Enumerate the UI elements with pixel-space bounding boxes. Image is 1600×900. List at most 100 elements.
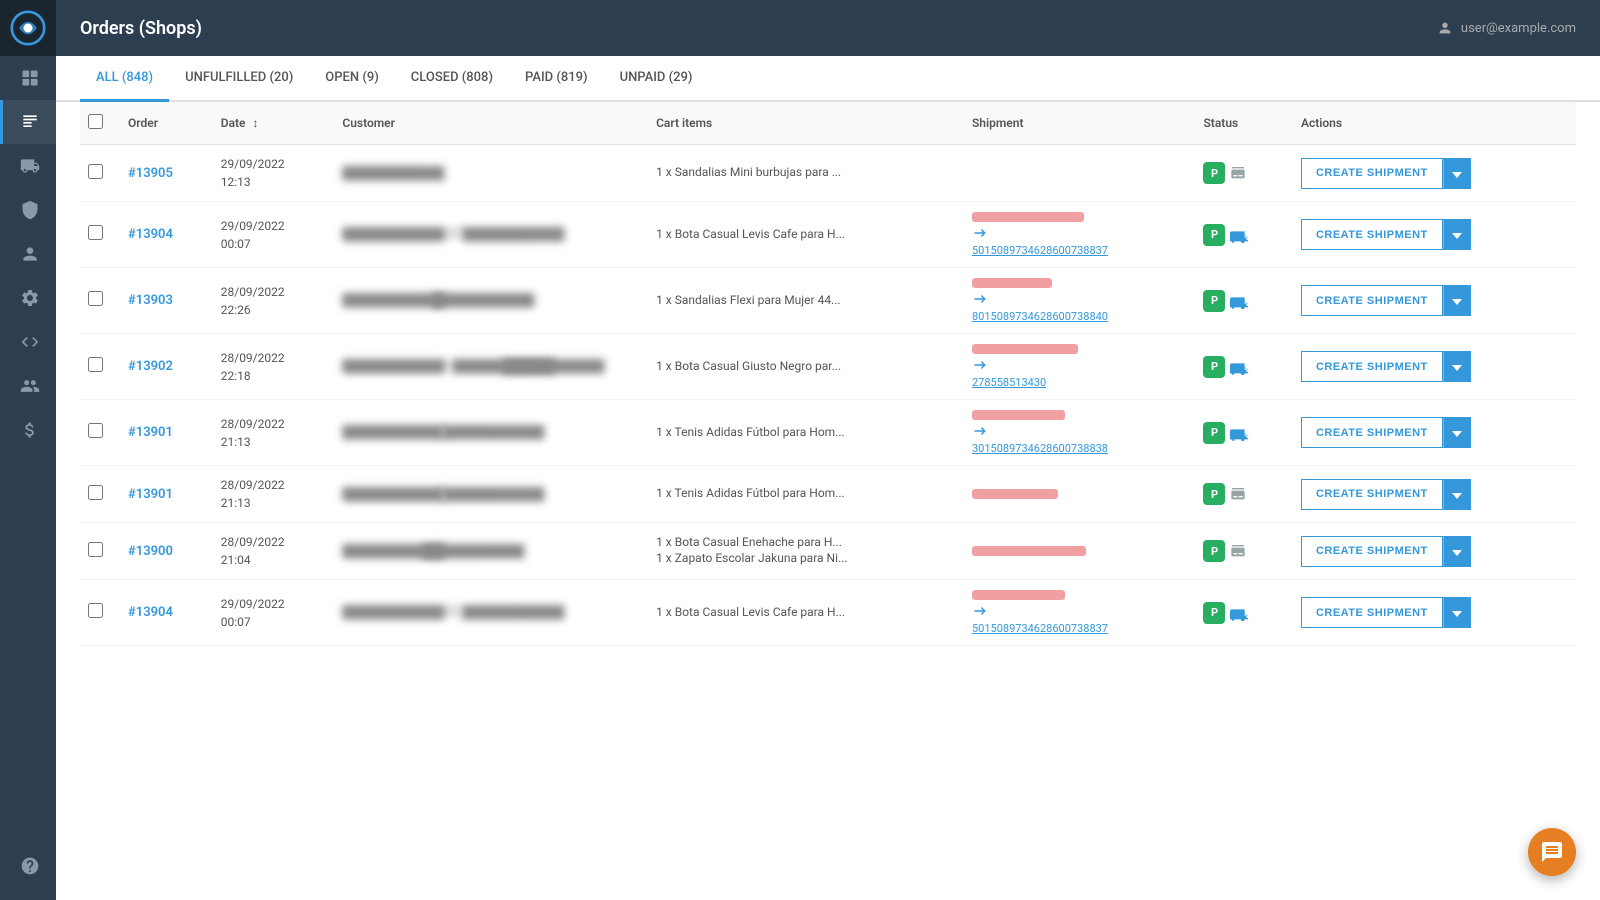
sidebar-item-users[interactable] — [0, 232, 56, 276]
tracking-number[interactable]: 278558513430 — [972, 376, 1188, 389]
customer-name: ████████████ — [422, 544, 482, 556]
create-shipment-dropdown[interactable] — [1443, 536, 1471, 567]
order-link[interactable]: #13904 — [128, 605, 173, 620]
shipment-label-row — [972, 410, 1188, 420]
sidebar-item-settings[interactable] — [0, 276, 56, 320]
table-row: #1390128/09/202221:13███████████████████… — [80, 466, 1576, 523]
sidebar-item-finance[interactable] — [0, 408, 56, 452]
create-shipment-dropdown[interactable] — [1443, 417, 1471, 448]
create-shipment-button[interactable]: CREATE SHIPMENT — [1301, 158, 1443, 189]
row-checkbox[interactable] — [88, 423, 103, 438]
status-badge-p: P — [1203, 162, 1225, 184]
create-shipment-dropdown[interactable] — [1443, 158, 1471, 189]
order-link[interactable]: #13901 — [128, 425, 173, 440]
ship-arrow-icon — [972, 358, 990, 372]
row-checkbox[interactable] — [88, 603, 103, 618]
action-group: CREATE SHIPMENT — [1301, 158, 1568, 189]
row-checkbox[interactable] — [88, 542, 103, 557]
status-badge-p: P — [1203, 422, 1225, 444]
action-group: CREATE SHIPMENT — [1301, 351, 1568, 382]
create-shipment-button[interactable]: CREATE SHIPMENT — [1301, 597, 1443, 628]
tab-all[interactable]: ALL (848) — [80, 56, 169, 102]
status-box-icon — [1229, 165, 1247, 181]
tab-paid[interactable]: PAID (819) — [509, 56, 604, 102]
shipment-label-row — [972, 546, 1188, 556]
sidebar-bottom — [0, 844, 56, 900]
col-customer: Customer — [334, 102, 648, 145]
ship-icons — [972, 358, 1188, 372]
tracking-number[interactable]: 501508973462860073883​7 — [972, 244, 1188, 257]
shipment-label-row — [972, 489, 1188, 499]
chevron-down-icon — [1452, 172, 1462, 178]
row-checkbox[interactable] — [88, 357, 103, 372]
create-shipment-dropdown[interactable] — [1443, 285, 1471, 316]
chat-button[interactable] — [1528, 828, 1576, 876]
cart-items: 1 x Bota Casual Enehache para H...1 x Za… — [656, 535, 876, 565]
customer-name: ████████████ — [432, 293, 472, 305]
sidebar-item-orders[interactable] — [0, 100, 56, 144]
status-cell: P — [1203, 602, 1284, 624]
order-date: 28/09/202221:13 — [221, 476, 327, 512]
tracking-number[interactable]: 501508973462860073883​7 — [972, 622, 1188, 635]
order-link[interactable]: #13901 — [128, 487, 173, 502]
action-group: CREATE SHIPMENT — [1301, 417, 1568, 448]
col-date[interactable]: Date ↕ — [213, 102, 335, 145]
app-logo[interactable] — [0, 0, 56, 56]
order-link[interactable]: #13903 — [128, 293, 173, 308]
order-link[interactable]: #13904 — [128, 227, 173, 242]
create-shipment-button[interactable]: CREATE SHIPMENT — [1301, 479, 1443, 510]
tracking-number[interactable]: 301508973462860073883​8 — [972, 442, 1188, 455]
orders-table: Order Date ↕ Customer Cart items Shipmen… — [80, 102, 1576, 646]
sidebar-item-dev[interactable] — [0, 320, 56, 364]
chevron-down-icon — [1452, 365, 1462, 371]
ship-arrow-icon — [972, 226, 990, 240]
sidebar-item-security[interactable] — [0, 188, 56, 232]
status-truck-icon — [1229, 227, 1251, 243]
row-checkbox[interactable] — [88, 485, 103, 500]
tab-unfulfilled[interactable]: UNFULFILLED (20) — [169, 56, 309, 102]
customer-name: ████████████ — [442, 425, 492, 437]
create-shipment-button[interactable]: CREATE SHIPMENT — [1301, 285, 1443, 316]
customer-name: ████████████ — [342, 425, 442, 437]
status-truck-icon — [1229, 425, 1251, 441]
status-box-icon — [1229, 543, 1247, 559]
row-checkbox[interactable] — [88, 291, 103, 306]
create-shipment-dropdown[interactable] — [1443, 597, 1471, 628]
create-shipment-dropdown[interactable] — [1443, 351, 1471, 382]
tracking-number[interactable]: 801508973462860073884​0 — [972, 310, 1188, 323]
create-shipment-button[interactable]: CREATE SHIPMENT — [1301, 219, 1443, 250]
chevron-down-icon — [1452, 611, 1462, 617]
orders-table-wrap: Order Date ↕ Customer Cart items Shipmen… — [56, 102, 1600, 646]
page-title: Orders (Shops) — [80, 18, 1437, 39]
customer-name: ████████████ — [342, 544, 422, 556]
create-shipment-button[interactable]: CREATE SHIPMENT — [1301, 536, 1443, 567]
row-checkbox[interactable] — [88, 164, 103, 179]
create-shipment-button[interactable]: CREATE SHIPMENT — [1301, 417, 1443, 448]
customer-name: ████████████ — [342, 227, 462, 239]
sidebar-item-shipments[interactable] — [0, 144, 56, 188]
chevron-down-icon — [1452, 550, 1462, 556]
chevron-down-icon — [1452, 431, 1462, 437]
cart-items: 1 x Bota Casual Levis Cafe para H... — [656, 227, 876, 241]
user-menu[interactable]: user@example.com — [1437, 20, 1576, 36]
sidebar-item-dashboard[interactable] — [0, 56, 56, 100]
user-name: user@example.com — [1461, 21, 1576, 36]
sidebar-item-help[interactable] — [0, 844, 56, 888]
status-box-icon — [1229, 486, 1247, 502]
col-actions: Actions — [1293, 102, 1576, 145]
sidebar-item-team[interactable] — [0, 364, 56, 408]
tab-open[interactable]: OPEN (9) — [309, 56, 395, 102]
create-shipment-dropdown[interactable] — [1443, 219, 1471, 250]
tab-closed[interactable]: CLOSED (808) — [395, 56, 509, 102]
create-shipment-button[interactable]: CREATE SHIPMENT — [1301, 351, 1443, 382]
shipment-label-row — [972, 212, 1188, 222]
order-link[interactable]: #13902 — [128, 359, 173, 374]
tab-unpaid[interactable]: UNPAID (29) — [604, 56, 709, 102]
row-checkbox[interactable] — [88, 225, 103, 240]
order-link[interactable]: #13900 — [128, 544, 173, 559]
select-all-checkbox[interactable] — [88, 114, 103, 129]
create-shipment-dropdown[interactable] — [1443, 479, 1471, 510]
order-link[interactable]: #13905 — [128, 166, 173, 181]
status-badge-p: P — [1203, 602, 1225, 624]
col-shipment: Shipment — [964, 102, 1196, 145]
